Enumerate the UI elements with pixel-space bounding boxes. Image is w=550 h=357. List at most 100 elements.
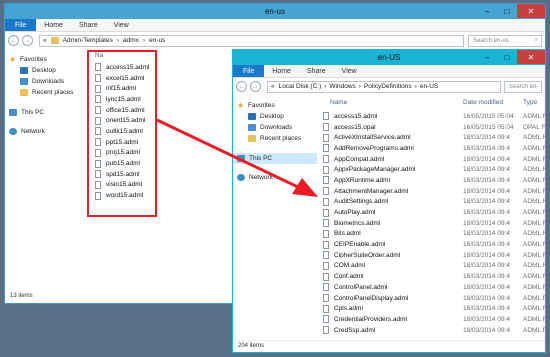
table-row[interactable]: access15.opal 16/05/2015 05:04 OPAL File xyxy=(323,122,545,133)
front-back-button[interactable]: ← xyxy=(236,81,247,92)
file-name: CredSsp.adml xyxy=(334,326,376,334)
back-address-field[interactable]: « Admin-Templates › admx › en-us xyxy=(39,34,464,47)
back-search-input[interactable]: Search en-us ⌕ xyxy=(468,34,542,47)
back-minimize-button[interactable]: – xyxy=(477,4,497,18)
file-date: 18/03/2014 09:4 xyxy=(463,283,510,291)
front-address-field[interactable]: « Local Disk (C:) › Windows › PolicyDefi… xyxy=(267,80,501,93)
table-row[interactable]: COM.adml 18/03/2014 09:4 ADML File xyxy=(323,261,545,272)
back-address-separator: › xyxy=(116,37,120,44)
back-address-segment-3[interactable]: en-us xyxy=(149,37,165,44)
table-row[interactable]: AddRemovePrograms.adml 18/03/2014 09:4 ADM… xyxy=(323,143,545,154)
file-name: AppCompat.adml xyxy=(334,155,385,163)
table-row[interactable]: ControlPanel.adml 18/03/2014 09:4 ADML Fil… xyxy=(323,282,545,293)
column-header-name[interactable]: Name xyxy=(330,99,347,106)
back-navigation-pane: ★ Favorites Desktop Downloads Recent plac… xyxy=(9,54,89,137)
back-nav-this-pc[interactable]: This PC xyxy=(9,107,89,118)
front-address-segment-2[interactable]: Windows xyxy=(329,83,355,90)
file-icon xyxy=(323,315,329,324)
file-icon xyxy=(323,219,329,228)
file-icon xyxy=(323,240,329,249)
back-nav-label: Favorites xyxy=(20,56,47,63)
table-row[interactable]: ActiveXInstallService.adml 18/03/2014 09:… xyxy=(323,132,545,143)
front-nav-downloads[interactable]: Downloads xyxy=(237,122,317,133)
front-address-separator: › xyxy=(324,83,327,90)
back-nav-downloads[interactable]: Downloads xyxy=(9,76,89,87)
file-date: 18/03/2014 09:4 xyxy=(463,241,510,249)
front-maximize-button[interactable]: □ xyxy=(497,50,517,64)
back-nav-desktop[interactable]: Desktop xyxy=(9,65,89,76)
front-tab-view[interactable]: View xyxy=(334,65,365,77)
front-tab-home[interactable]: Home xyxy=(264,65,299,77)
file-type: ADML File xyxy=(523,315,545,323)
back-nav-favorites[interactable]: ★ Favorites xyxy=(9,54,89,65)
back-maximize-button[interactable]: □ xyxy=(497,4,517,18)
file-date: 16/05/2015 05:04 xyxy=(463,112,514,120)
front-address-segment-3[interactable]: PolicyDefinitions xyxy=(364,83,412,90)
table-row[interactable]: ControlPanelDisplay.adml 18/03/2014 09:4 A… xyxy=(323,293,545,304)
front-minimize-button[interactable]: – xyxy=(477,50,497,64)
star-icon: ★ xyxy=(9,55,17,64)
table-row[interactable]: Conf.adml 18/03/2014 09:4 ADML File xyxy=(323,271,545,282)
back-close-button[interactable]: ✕ xyxy=(517,4,545,18)
front-file-list: access15.adml 16/05/2015 05:04 ADML File a… xyxy=(323,111,545,335)
file-type: ADML File xyxy=(523,198,545,206)
back-nav-recent-places[interactable]: Recent places xyxy=(9,87,89,98)
table-row[interactable]: AttachmentManager.adml 18/03/2014 09:4 ADM… xyxy=(323,186,545,197)
front-address-segment-1[interactable]: Local Disk (C:) xyxy=(279,83,322,90)
file-date: 18/03/2014 09:4 xyxy=(463,315,510,323)
back-back-button[interactable]: ← xyxy=(8,35,19,46)
file-date: 18/03/2014 09:4 xyxy=(463,230,510,238)
table-row[interactable]: CipherSuiteOrder.adml 18/03/2014 09:4 ADML… xyxy=(323,250,545,261)
file-date: 18/03/2014 09:4 xyxy=(463,294,510,302)
front-close-button[interactable]: ✕ xyxy=(517,50,545,64)
front-navigation-pane: ★ Favorites Desktop Downloads Recent plac… xyxy=(233,100,317,183)
table-row[interactable]: CEIPEnable.adml 18/03/2014 09:4 ADML File xyxy=(323,239,545,250)
front-file-tab[interactable]: File xyxy=(233,65,265,77)
table-row[interactable]: Biometrics.adml 18/03/2014 09:4 ADML File xyxy=(323,218,545,229)
file-name: AppXRuntime.adml xyxy=(334,176,390,184)
back-tab-view[interactable]: View xyxy=(106,19,137,31)
file-date: 18/03/2014 09:4 xyxy=(463,187,510,195)
back-tab-home[interactable]: Home xyxy=(36,19,71,31)
file-date: 18/03/2014 09:4 xyxy=(463,305,510,313)
front-tab-share[interactable]: Share xyxy=(299,65,334,77)
table-row[interactable]: AutoPlay.adml 18/03/2014 09:4 ADML File xyxy=(323,207,545,218)
front-nav-network[interactable]: Network xyxy=(237,172,317,183)
front-address-segment-4[interactable]: en-US xyxy=(420,83,438,90)
front-nav-label: This PC xyxy=(249,155,273,162)
table-row[interactable]: access15.adml 16/05/2015 05:04 ADML File xyxy=(323,111,545,122)
file-type: ADML File xyxy=(523,144,545,152)
this-pc-icon xyxy=(237,155,245,162)
column-header-date[interactable]: Date modified xyxy=(463,99,503,106)
back-forward-button[interactable]: → xyxy=(22,35,33,46)
front-nav-label: Downloads xyxy=(260,124,293,131)
file-name: AuditSettings.adml xyxy=(334,198,389,206)
file-icon xyxy=(323,133,329,142)
front-nav-desktop[interactable]: Desktop xyxy=(237,111,317,122)
table-row[interactable]: AppXRuntime.adml 18/03/2014 09:4 ADML File xyxy=(323,175,545,186)
file-name: AddRemovePrograms.adml xyxy=(334,144,414,152)
table-row[interactable]: Cpls.adml 18/03/2014 09:4 ADML File xyxy=(323,303,545,314)
table-row[interactable]: CredentialProviders.adml 18/03/2014 09:4 A… xyxy=(323,314,545,325)
front-search-input[interactable]: Search en-US xyxy=(504,80,542,93)
back-file-tab[interactable]: File xyxy=(5,19,37,31)
front-nav-this-pc[interactable]: This PC xyxy=(233,153,317,164)
file-date: 18/03/2014 09:4 xyxy=(463,251,510,259)
table-row[interactable]: CredSsp.adml 18/03/2014 09:4 ADML File xyxy=(323,325,545,336)
back-tab-share[interactable]: Share xyxy=(71,19,106,31)
file-date: 16/05/2015 05:04 xyxy=(463,123,514,131)
table-row[interactable]: AuditSettings.adml 18/03/2014 09:4 ADML Fi… xyxy=(323,197,545,208)
file-date: 18/03/2014 09:4 xyxy=(463,198,510,206)
column-header-type[interactable]: Type xyxy=(523,99,537,106)
back-nav-network[interactable]: Network xyxy=(9,126,89,137)
front-forward-button[interactable]: → xyxy=(250,81,261,92)
front-nav-recent-places[interactable]: Recent places xyxy=(237,133,317,144)
back-address-segment-2[interactable]: admx xyxy=(123,37,139,44)
file-icon xyxy=(323,187,329,196)
table-row[interactable]: AppCompat.adml 18/03/2014 09:4 ADML File xyxy=(323,154,545,165)
front-nav-favorites[interactable]: ★ Favorites xyxy=(237,100,317,111)
back-address-segment-1[interactable]: Admin-Templates xyxy=(63,37,113,44)
file-icon xyxy=(323,251,329,260)
table-row[interactable]: Bits.adml 18/03/2014 09:4 ADML File xyxy=(323,229,545,240)
table-row[interactable]: AppxPackageManager.adml 18/03/2014 09:4 AD… xyxy=(323,164,545,175)
